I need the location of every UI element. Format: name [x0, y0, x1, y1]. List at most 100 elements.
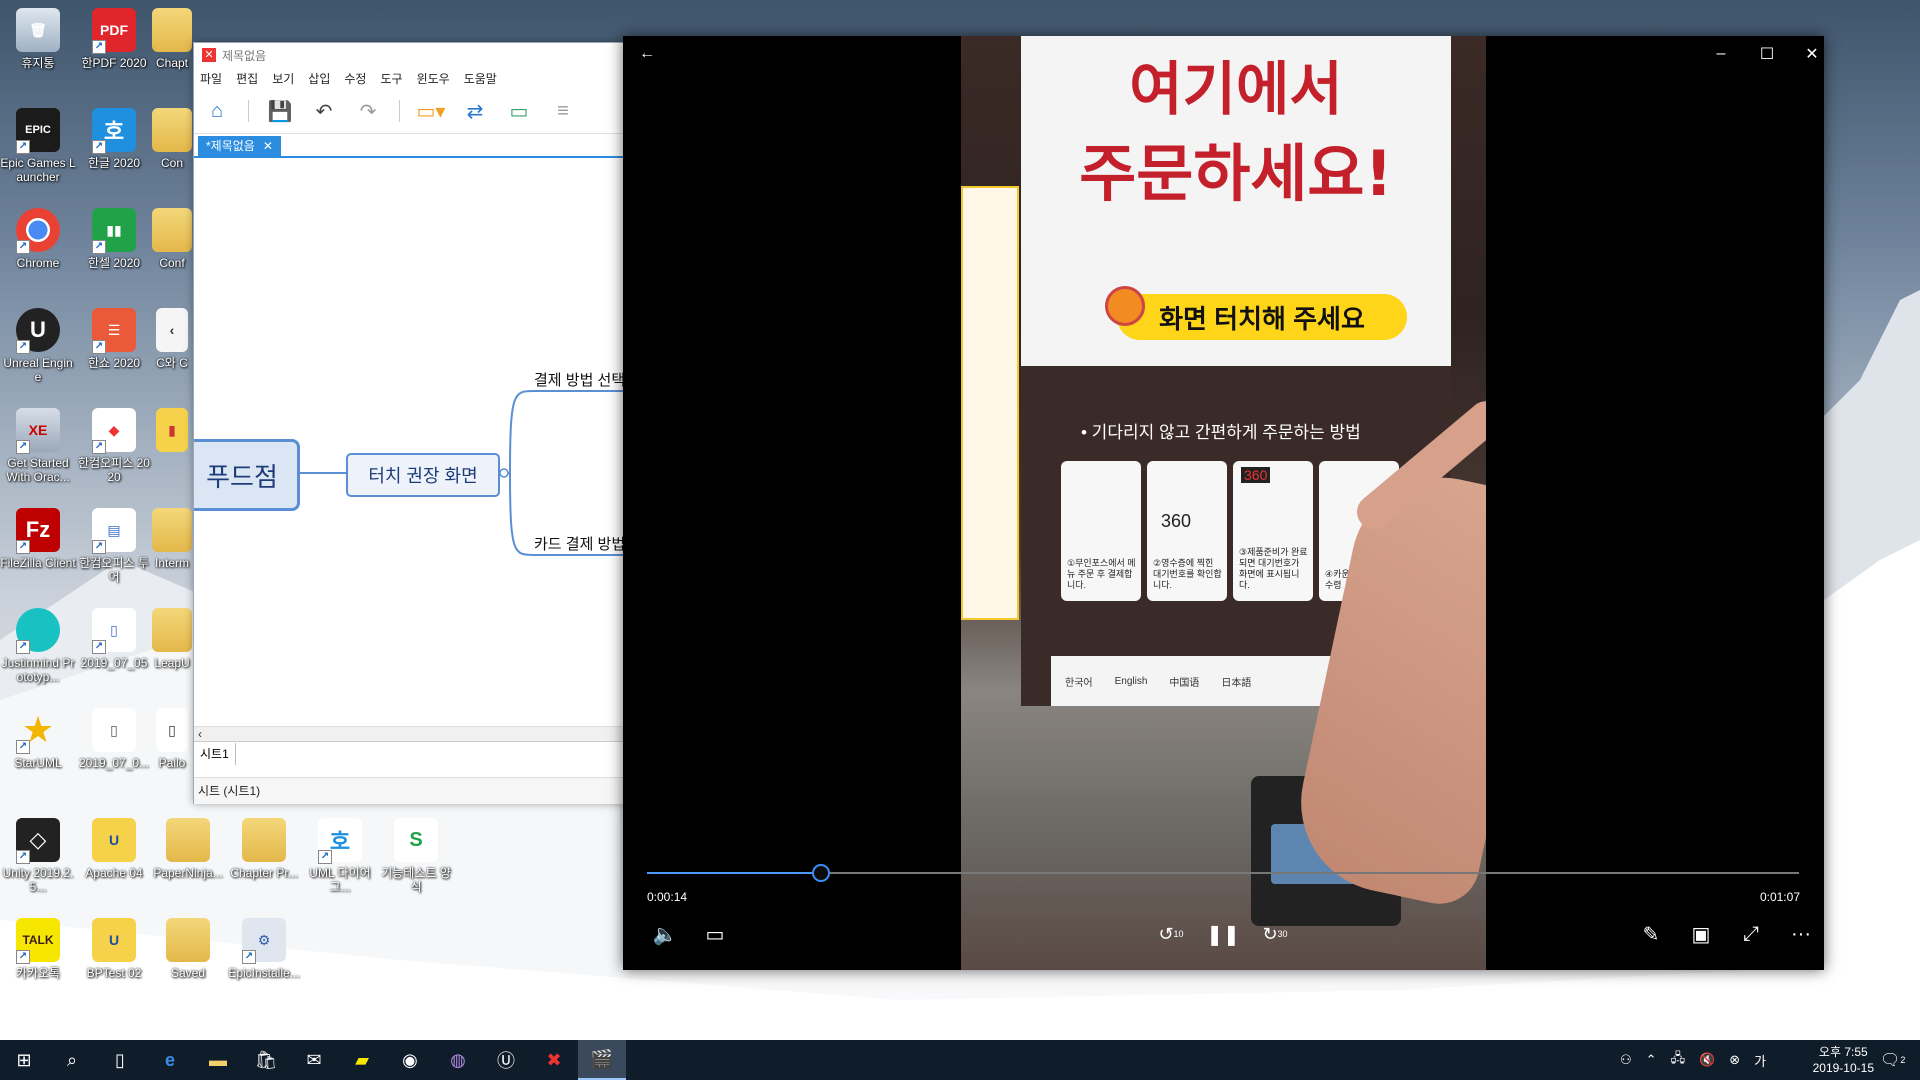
app-icon[interactable]: ◍ [434, 1040, 482, 1080]
task-view-icon[interactable]: ▯ [96, 1040, 144, 1080]
movies-tv-icon[interactable]: 🎬 [578, 1040, 626, 1080]
folder-icon[interactable]: PaperNinja... [150, 818, 226, 880]
minimize-icon[interactable]: – [1705, 38, 1737, 70]
menu-window[interactable]: 윈도우 [417, 70, 450, 87]
installer-icon[interactable]: ⚙ EpicInstalle... [226, 918, 302, 980]
tab-untitled[interactable]: *제목없음 ✕ [198, 136, 281, 156]
skip-back-icon[interactable]: ↺ 10 [1153, 916, 1189, 952]
uml-diagram-icon[interactable]: 호 UML 다이어그... [302, 818, 378, 894]
subtitles-icon[interactable]: ▭ [697, 916, 733, 952]
search-icon[interactable]: ⌕ [48, 1040, 96, 1080]
file-icon[interactable]: ▮ [150, 408, 194, 452]
hancell-icon[interactable]: ▮▮ 한셀 2020 [76, 208, 152, 270]
hancom-office-icon[interactable]: ◆ 한컴오피스 2020 [76, 408, 152, 484]
fullscreen-icon[interactable]: ⤢ [1733, 916, 1769, 952]
folder-icon[interactable]: Interm [150, 508, 194, 570]
close-icon[interactable]: ✕ [1796, 38, 1828, 70]
speaker-muted-icon[interactable]: 🔇 [1699, 1052, 1715, 1068]
ime-icon[interactable]: 가 [1754, 1051, 1766, 1070]
skip-forward-icon[interactable]: ↻ 30 [1257, 916, 1293, 952]
folder-icon[interactable]: Conf [150, 208, 194, 270]
chrome-icon[interactable]: ◉ [386, 1040, 434, 1080]
boundary-icon[interactable]: ▭ [506, 98, 532, 124]
maximize-icon[interactable]: ☐ [1751, 38, 1783, 70]
folder-icon[interactable]: LeapU [150, 608, 194, 670]
filezilla-icon[interactable]: Fz FileZilla Client [0, 508, 76, 570]
menu-edit[interactable]: 편집 [236, 70, 258, 87]
scroll-left-icon[interactable]: ‹ [194, 727, 202, 741]
unreal-icon[interactable]: Ⓤ [482, 1040, 530, 1080]
clock[interactable]: 오후 7:55 2019-10-15 [1813, 1044, 1874, 1076]
mail-icon[interactable]: ✉ [290, 1040, 338, 1080]
more-options-icon[interactable]: ··· [1783, 916, 1819, 952]
volume-icon[interactable]: 🔈 [647, 916, 683, 952]
horizontal-scrollbar[interactable]: ‹ [194, 726, 624, 741]
defender-icon[interactable]: ⊗ [1729, 1052, 1740, 1068]
xmind-icon[interactable]: ✖ [530, 1040, 578, 1080]
spreadsheet-icon[interactable]: S 기능테스트 양식 [378, 818, 454, 894]
notification-icon[interactable]: 🗨 2 [1880, 1040, 1905, 1080]
topic-icon[interactable]: ▭▾ [417, 98, 446, 124]
seek-thumb[interactable] [811, 864, 830, 882]
file-icon[interactable]: ▯ 2019_07_0... [76, 708, 152, 770]
video-player-window[interactable]: 여기에서 주문하세요! 화면 터치해 주세요 • 기다리지 않고 간편하게 주문… [623, 36, 1824, 970]
unreal-project-icon[interactable]: U BPTest 02 [76, 918, 152, 980]
seek-bar[interactable] [647, 864, 1799, 882]
recycle-bin-icon[interactable]: 🗑 휴지통 [0, 8, 76, 70]
title-bar[interactable]: ✕ 제목없음 [194, 43, 624, 67]
hangul-icon[interactable]: 호 한글 2020 [76, 108, 152, 170]
start-windows-icon[interactable]: ⊞ [0, 1040, 48, 1080]
video-frame[interactable]: 여기에서 주문하세요! 화면 터치해 주세요 • 기다리지 않고 간편하게 주문… [961, 36, 1486, 970]
folder-icon[interactable]: Chapt [150, 8, 194, 70]
xmind-window[interactable]: ✕ 제목없음 파일 편집 보기 삽입 수정 도구 윈도우 도움말 ⌂ 💾 ↶ ↷… [193, 42, 628, 804]
file-icon[interactable]: ‹ C와 C [150, 308, 194, 370]
hanshow-icon[interactable]: ☰ 한쇼 2020 [76, 308, 152, 370]
close-icon[interactable]: ✕ [263, 136, 273, 156]
unity-icon[interactable]: ◇ Unity 2019.2.5... [0, 818, 76, 894]
save-icon[interactable]: 💾 [267, 98, 293, 124]
mini-view-icon[interactable]: ▣ [1683, 916, 1719, 952]
justinmind-icon[interactable]: Justinmind Prototyp... [0, 608, 76, 684]
subtopic[interactable]: 카드 결제 방법 [534, 533, 624, 554]
menu-view[interactable]: 보기 [272, 70, 294, 87]
main-topic[interactable]: 터치 권장 화면 [346, 453, 500, 497]
redo-icon[interactable]: ↷ [355, 98, 381, 124]
epic-games-icon[interactable]: EPIC Epic Games Launcher [0, 108, 76, 184]
staruml-icon[interactable]: ★ StarUML [0, 708, 76, 770]
file-icon[interactable]: ▯ Pallo [150, 708, 194, 770]
kakaotalk-icon[interactable]: TALK 카카오톡 [0, 918, 76, 980]
edge-icon[interactable]: e [146, 1040, 194, 1080]
file-explorer-icon[interactable]: ▬ [194, 1040, 242, 1080]
more-icon[interactable]: ≡ [550, 98, 576, 124]
folder-icon[interactable]: Saved [150, 918, 226, 980]
root-topic[interactable]: 푸드점 [194, 439, 300, 511]
subtopic[interactable]: 결제 방법 선택 [534, 369, 624, 390]
undo-icon[interactable]: ↶ [311, 98, 337, 124]
store-icon[interactable]: 🛍 [242, 1040, 290, 1080]
edit-pencil-icon[interactable]: ✎ [1633, 916, 1669, 952]
unreal-engine-icon[interactable]: U Unreal Engine [0, 308, 76, 384]
hanpdf-icon[interactable]: PDF 한PDF 2020 [76, 8, 152, 70]
chrome-icon[interactable]: Chrome [0, 208, 76, 270]
menu-file[interactable]: 파일 [200, 70, 222, 87]
chevron-up-icon[interactable]: ⌃ [1646, 1052, 1657, 1068]
folder-icon[interactable]: Con [150, 108, 194, 170]
menu-help[interactable]: 도움말 [464, 70, 497, 87]
back-arrow-icon[interactable]: ← [631, 38, 663, 70]
menu-tools[interactable]: 도구 [380, 70, 402, 87]
unreal-project-icon[interactable]: U Apache 04 [76, 818, 152, 880]
people-icon[interactable]: ⚇ [1620, 1052, 1632, 1068]
network-icon[interactable]: 🖧 [1671, 1049, 1686, 1071]
oracle-icon[interactable]: XE Get Started With Orac... [0, 408, 76, 484]
sheet-tab[interactable]: 시트1 [194, 743, 236, 765]
menu-modify[interactable]: 수정 [344, 70, 366, 87]
mindmap-canvas[interactable]: 푸드점 터치 권장 화면 결제 방법 선택 카드 결제 방법 [194, 161, 624, 726]
home-icon[interactable]: ⌂ [204, 98, 230, 124]
relationship-icon[interactable]: ⇄ [462, 98, 488, 124]
file-icon[interactable]: ▯ 2019_07_05 [76, 608, 152, 670]
folder-icon[interactable]: Chapter Pr... [226, 818, 302, 880]
hancom-tour-icon[interactable]: ▤ 한컴오피스 투어 [76, 508, 152, 584]
menu-insert[interactable]: 삽입 [308, 70, 330, 87]
pause-icon[interactable]: ❚❚ [1205, 916, 1241, 952]
sticky-notes-icon[interactable]: ▰ [338, 1040, 386, 1080]
